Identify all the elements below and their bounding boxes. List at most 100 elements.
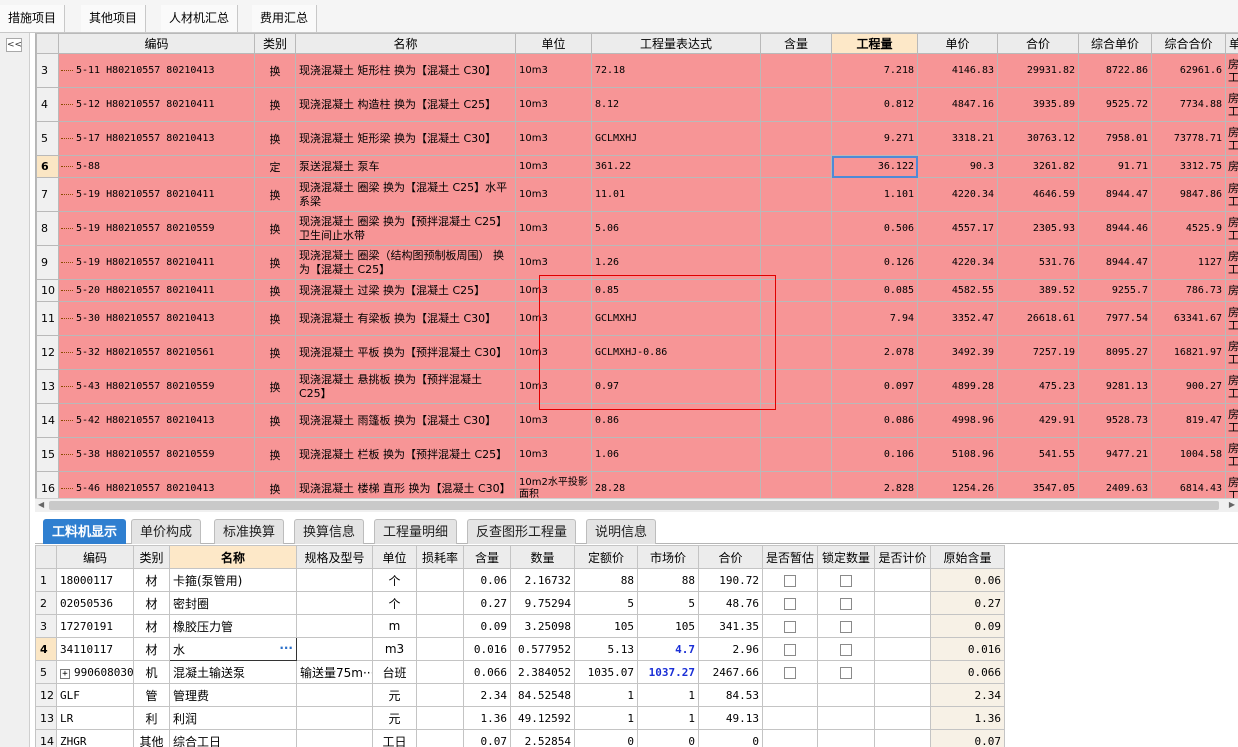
- resource-quantity[interactable]: 0.577952: [510, 637, 575, 661]
- item-quantity[interactable]: 0.086: [831, 403, 918, 438]
- scroll-left-icon[interactable]: ◀: [38, 500, 44, 509]
- col-comprehensive-total[interactable]: 综合合价: [1151, 33, 1226, 54]
- resource-quota-price[interactable]: 5.13: [574, 637, 638, 661]
- resource-unit[interactable]: 个: [372, 591, 417, 615]
- tab-measures[interactable]: 措施项目: [0, 5, 66, 32]
- resource-market-price[interactable]: 105: [637, 614, 699, 638]
- item-code[interactable]: 5-46 H80210557 80210413: [58, 471, 255, 498]
- col-category[interactable]: 类别: [254, 33, 296, 54]
- item-comprehensive-total[interactable]: 7734.88: [1151, 87, 1226, 122]
- item-total-price[interactable]: 429.91: [997, 403, 1079, 438]
- item-total-price[interactable]: 389.52: [997, 279, 1079, 302]
- item-unit-price[interactable]: 4582.55: [917, 279, 998, 302]
- resource-is-priced[interactable]: [874, 568, 931, 592]
- resource-loss-rate[interactable]: [416, 729, 464, 747]
- resource-spec[interactable]: 输送量75m···: [296, 660, 373, 684]
- resource-total[interactable]: 341.35: [698, 614, 763, 638]
- item-unit-price[interactable]: 3492.39: [917, 335, 998, 370]
- item-comprehensive-total[interactable]: 62961.6: [1151, 53, 1226, 88]
- row-number[interactable]: 6: [36, 155, 59, 178]
- resource-market-price[interactable]: 5: [637, 591, 699, 615]
- resource-is-estimated[interactable]: [762, 591, 818, 615]
- resource-quantity[interactable]: 3.25098: [510, 614, 575, 638]
- resource-is-estimated[interactable]: [762, 683, 818, 707]
- resource-loss-rate[interactable]: [416, 568, 464, 592]
- resource-is-priced[interactable]: [874, 637, 931, 661]
- col-unit[interactable]: 单位: [515, 33, 592, 54]
- item-quantity-expression[interactable]: GCLMXHJ-0.86: [591, 335, 761, 370]
- item-category[interactable]: 换: [254, 177, 296, 212]
- item-code[interactable]: 5-17 H80210557 80210413: [58, 121, 255, 156]
- item-total-price[interactable]: 30763.12: [997, 121, 1079, 156]
- item-extra[interactable]: 房工: [1225, 245, 1238, 280]
- item-content[interactable]: [760, 335, 832, 370]
- dcol-name[interactable]: 名称: [169, 545, 297, 569]
- item-name[interactable]: 现浇混凝土 圈梁 换为【混凝土 C25】水平系梁: [295, 177, 516, 212]
- resource-code[interactable]: 17270191: [56, 614, 134, 638]
- dcol-market-price[interactable]: 市场价: [637, 545, 699, 569]
- item-quantity-expression[interactable]: 72.18: [591, 53, 761, 88]
- item-name[interactable]: 现浇混凝土 栏板 换为【预拌混凝土 C25】: [295, 437, 516, 472]
- item-quantity[interactable]: 0.812: [831, 87, 918, 122]
- tab-cost-summary[interactable]: 费用汇总: [252, 5, 318, 32]
- col-more[interactable]: 单: [1225, 33, 1238, 54]
- item-comprehensive-unit-price[interactable]: 7977.54: [1078, 301, 1152, 336]
- item-comprehensive-unit-price[interactable]: 8944.47: [1078, 177, 1152, 212]
- resource-spec[interactable]: [296, 706, 373, 730]
- item-quantity-expression[interactable]: 0.97: [591, 369, 761, 404]
- resource-market-price[interactable]: 1: [637, 706, 699, 730]
- item-total-price[interactable]: 4646.59: [997, 177, 1079, 212]
- item-comprehensive-total[interactable]: 3312.75: [1151, 155, 1226, 178]
- item-quantity-expression[interactable]: 0.85: [591, 279, 761, 302]
- item-quantity[interactable]: 36.122: [831, 155, 918, 178]
- table-row[interactable]: 15 5-38 H80210557 80210559 换现浇混凝土 栏板 换为【预拌…: [36, 437, 1238, 472]
- resource-original-content[interactable]: 0.066: [930, 660, 1005, 684]
- item-total-price[interactable]: 531.76: [997, 245, 1079, 280]
- resource-content[interactable]: 0.06: [463, 568, 511, 592]
- item-name[interactable]: 现浇混凝土 楼梯 直形 换为【混凝土 C30】: [295, 471, 516, 498]
- col-content[interactable]: 含量: [760, 33, 832, 54]
- resource-category[interactable]: 材: [133, 637, 170, 661]
- item-content[interactable]: [760, 471, 832, 498]
- resource-lock-quantity[interactable]: [817, 568, 875, 592]
- resource-total[interactable]: 2467.66: [698, 660, 763, 684]
- item-comprehensive-total[interactable]: 900.27: [1151, 369, 1226, 404]
- item-name[interactable]: 现浇混凝土 圈梁（结构图预制板周围） 换为【混凝土 C25】: [295, 245, 516, 280]
- resource-content[interactable]: 2.34: [463, 683, 511, 707]
- row-number[interactable]: 7: [36, 177, 59, 212]
- resource-quota-price[interactable]: 1: [574, 683, 638, 707]
- item-extra[interactable]: 房工: [1225, 369, 1238, 404]
- col-name[interactable]: 名称: [295, 33, 516, 54]
- dcol-content[interactable]: 含量: [463, 545, 511, 569]
- dcol-spec[interactable]: 规格及型号: [296, 545, 373, 569]
- item-unit-price[interactable]: 4847.16: [917, 87, 998, 122]
- item-category[interactable]: 换: [254, 211, 296, 246]
- resource-quota-price[interactable]: 0: [574, 729, 638, 747]
- item-comprehensive-total[interactable]: 4525.9: [1151, 211, 1226, 246]
- item-category[interactable]: 换: [254, 471, 296, 498]
- item-content[interactable]: [760, 121, 832, 156]
- table-row[interactable]: 14 5-42 H80210557 80210413 换现浇混凝土 雨篷板 换为【混…: [36, 403, 1238, 438]
- col-quantity[interactable]: 工程量: [831, 33, 918, 54]
- item-comprehensive-total[interactable]: 1004.58: [1151, 437, 1226, 472]
- item-comprehensive-total[interactable]: 1127: [1151, 245, 1226, 280]
- lock-quantity-checkbox[interactable]: [840, 643, 852, 656]
- scrollbar-thumb[interactable]: [49, 501, 1219, 510]
- dcol-category[interactable]: 类别: [133, 545, 170, 569]
- item-quantity-expression[interactable]: 11.01: [591, 177, 761, 212]
- resource-category[interactable]: 机: [133, 660, 170, 684]
- item-quantity[interactable]: 0.106: [831, 437, 918, 472]
- resource-is-estimated[interactable]: [762, 568, 818, 592]
- item-total-price[interactable]: 3547.05: [997, 471, 1079, 498]
- item-unit[interactable]: 10m3: [515, 369, 592, 404]
- item-quantity-expression[interactable]: 1.06: [591, 437, 761, 472]
- item-comprehensive-unit-price[interactable]: 91.71: [1078, 155, 1152, 178]
- item-comprehensive-unit-price[interactable]: 8095.27: [1078, 335, 1152, 370]
- dcol-unit[interactable]: 单位: [372, 545, 417, 569]
- item-comprehensive-unit-price[interactable]: 9477.21: [1078, 437, 1152, 472]
- table-row[interactable]: 4 34110117 材水 ··· m3 0.016 0.577952 5.13 4.7 2.96…: [35, 637, 1005, 661]
- table-row[interactable]: 14 ZHGR 其他 综合工日 工日 0.07 2.52854 0 0 0 0.07: [35, 729, 1005, 747]
- item-content[interactable]: [760, 245, 832, 280]
- resource-is-estimated[interactable]: [762, 729, 818, 747]
- table-row[interactable]: 5 5-17 H80210557 80210413 换现浇混凝土 矩形梁 换为【混凝…: [36, 121, 1238, 156]
